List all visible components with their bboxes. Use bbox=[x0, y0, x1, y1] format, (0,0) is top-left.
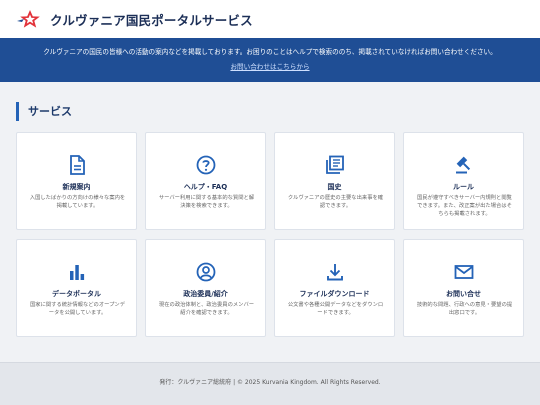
contact-link[interactable]: お問い合わせはこちらから bbox=[0, 63, 540, 72]
card-description: 現在の政治体制と、政治委員のメンバー紹介を確認できます。 bbox=[158, 302, 255, 316]
card-title: ルール bbox=[453, 183, 474, 191]
card-contact[interactable]: お問い合せ 技術的な問題、行政への意見・要望の提出窓口です。 bbox=[403, 239, 524, 337]
card-description: 公文書や各種公開データなどをダウンロードできます。 bbox=[287, 302, 384, 316]
card-description: 入国したばかりの方向けの様々な案内を掲載しています。 bbox=[29, 195, 126, 209]
help-circle-icon bbox=[196, 155, 215, 175]
notice-banner: クルヴァニアの国民の皆様への活動の案内などを掲載しております。お困りのことはヘル… bbox=[0, 38, 540, 82]
card-political-members[interactable]: 政治委員/紹介 現在の政治体制と、政治委員のメンバー紹介を確認できます。 bbox=[145, 239, 266, 337]
card-description: 技術的な問題、行政への意見・要望の提出窓口です。 bbox=[416, 302, 513, 316]
card-help-faq[interactable]: ヘルプ・FAQ サーバー利用に関する基本的な質問と解決策を検索できます。 bbox=[145, 132, 266, 230]
card-title: 政治委員/紹介 bbox=[183, 290, 228, 298]
site-title[interactable]: クルヴァニア国民ポータルサービス bbox=[50, 10, 253, 29]
card-title: お問い合せ bbox=[446, 290, 481, 298]
gavel-icon bbox=[455, 156, 470, 174]
card-history[interactable]: 国史 クルヴァニアの歴史の主要な出来事を確認できます。 bbox=[274, 132, 395, 230]
site-footer: 発行：クルヴァニア総統府 | © 2025 Kurvania Kingdom. … bbox=[0, 362, 540, 405]
card-file-download[interactable]: ファイルダウンロード 公文書や各種公開データなどをダウンロードできます。 bbox=[274, 239, 395, 337]
card-description: 国家に関する統計情報などのオープンデータを公開しています。 bbox=[29, 302, 126, 316]
document-icon bbox=[69, 155, 85, 175]
card-title: データポータル bbox=[52, 290, 101, 298]
card-data-portal[interactable]: データポータル 国家に関する統計情報などのオープンデータを公開しています。 bbox=[16, 239, 137, 337]
mail-icon bbox=[454, 265, 473, 279]
download-icon bbox=[326, 264, 343, 281]
section-heading: サービス bbox=[16, 102, 72, 121]
site-header: クルヴァニア国民ポータルサービス bbox=[0, 0, 540, 38]
card-new-guide[interactable]: 新規案内 入国したばかりの方向けの様々な案内を掲載しています。 bbox=[16, 132, 137, 230]
card-description: サーバー利用に関する基本的な質問と解決策を検索できます。 bbox=[158, 195, 255, 209]
footer-copyright: 発行：クルヴァニア総統府 | © 2025 Kurvania Kingdom. … bbox=[159, 379, 381, 386]
bar-chart-icon bbox=[69, 265, 84, 280]
card-description: クルヴァニアの歴史の主要な出来事を確認できます。 bbox=[287, 195, 384, 209]
person-circle-icon bbox=[196, 262, 215, 282]
card-title: 国史 bbox=[327, 183, 342, 191]
card-title: 新規案内 bbox=[62, 183, 91, 191]
card-title: ヘルプ・FAQ bbox=[183, 183, 228, 191]
card-title: ファイルダウンロード bbox=[299, 290, 370, 298]
star-logo-icon[interactable] bbox=[16, 9, 44, 29]
history-book-icon bbox=[325, 155, 344, 174]
banner-text: クルヴァニアの国民の皆様への活動の案内などを掲載しております。お困りのことはヘル… bbox=[43, 48, 497, 56]
card-description: 国民が遵守すべきサーバー内規則と閲覧できます。また、改正案が出た場合はそちらも掲… bbox=[417, 195, 512, 217]
service-grid: 新規案内 入国したばかりの方向けの様々な案内を掲載しています。 ヘルプ・FAQ … bbox=[16, 132, 524, 338]
card-rules[interactable]: ルール 国民が遵守すべきサーバー内規則と閲覧できます。また、改正案が出た場合はそ… bbox=[403, 132, 524, 230]
